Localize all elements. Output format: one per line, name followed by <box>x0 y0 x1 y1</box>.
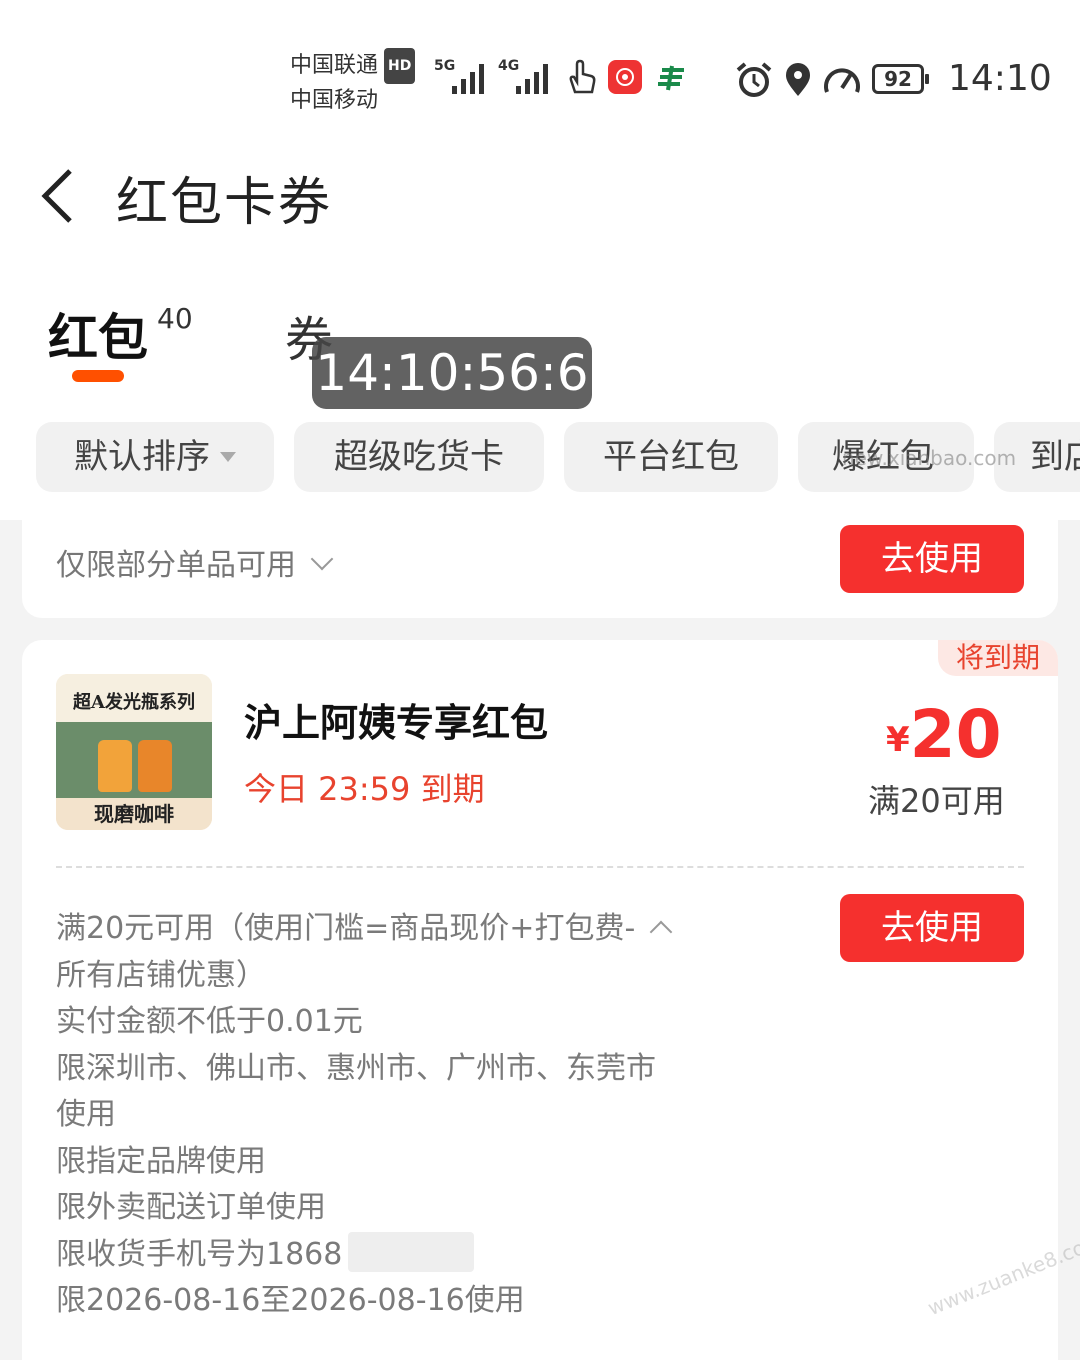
use-button-2[interactable]: 去使用 <box>840 894 1024 962</box>
time-overlay: 14:10:56:6 <box>312 337 592 409</box>
post-office-icon <box>658 65 684 91</box>
carrier-info: 中国联通 HD 中国移动 <box>290 48 416 118</box>
status-clock: 14:10 <box>948 58 1052 99</box>
page-title: 红包卡券 <box>116 173 333 233</box>
rule-line: 所有店铺优惠） <box>56 957 266 993</box>
rule-line: 使用 <box>56 1097 116 1132</box>
filter-sort-default[interactable]: 默认排序 <box>36 422 274 492</box>
rule-line: 限深圳市、佛山市、惠州市、广州市、东莞市 <box>56 1050 656 1086</box>
back-icon[interactable] <box>40 168 76 224</box>
location-icon <box>786 63 810 96</box>
use-button-1[interactable]: 去使用 <box>840 525 1024 593</box>
rule-line: 实付金额不低于0.01元 <box>56 1004 363 1039</box>
coupon-rules: 满20元可用（使用门槛=商品现价+打包费- 所有店铺优惠） 实付金额不低于0.0… <box>56 906 716 1325</box>
battery-indicator: 92 <box>872 64 929 94</box>
speed-icon <box>824 68 860 93</box>
app-flower-icon <box>608 60 642 94</box>
filter-platform-hongbao[interactable]: 平台红包 <box>564 422 778 492</box>
rule-line: 限指定品牌使用 <box>56 1143 266 1179</box>
coupon-expiry: 今日 23:59 到期 <box>244 770 485 808</box>
rule-line: 限收货手机号为1868 <box>56 1231 716 1279</box>
watermark-xianbao: new.xianbao.com <box>842 446 1017 470</box>
carrier-2: 中国移动 <box>290 88 379 113</box>
coupon-amount: ¥20 <box>886 696 1002 773</box>
touch-hand-icon <box>569 59 596 94</box>
coupon-condition: 满20可用 <box>868 782 1005 820</box>
alarm-icon <box>736 62 772 97</box>
tab-hongbao-count: 40 <box>157 302 193 335</box>
filter-super-foodie-card[interactable]: 超级吃货卡 <box>294 422 544 492</box>
tab-active-indicator <box>72 370 124 382</box>
divider <box>56 866 1024 868</box>
coupon-name: 沪上阿姨专享红包 <box>244 701 549 745</box>
dropdown-caret-icon <box>220 452 236 462</box>
tab-hongbao[interactable]: 红包 <box>48 298 148 370</box>
expiring-badge: 将到期 <box>938 640 1058 676</box>
rule-line[interactable]: 满20元可用（使用门槛=商品现价+打包费- <box>56 906 716 953</box>
chevron-down-icon <box>310 547 334 571</box>
chevron-up-icon[interactable] <box>649 920 673 944</box>
coffee-product-image: 超A发光瓶系列 现磨咖啡 <box>56 674 212 830</box>
redacted-phone <box>348 1231 475 1272</box>
hd-badge: HD <box>384 48 416 84</box>
rule-line: 限外卖配送订单使用 <box>56 1190 326 1225</box>
carrier-1: 中国联通 <box>290 53 379 78</box>
rule-line: 限2026-08-16至2026-08-16使用 <box>56 1283 525 1318</box>
partial-item-note[interactable]: 仅限部分单品可用 <box>56 540 334 584</box>
